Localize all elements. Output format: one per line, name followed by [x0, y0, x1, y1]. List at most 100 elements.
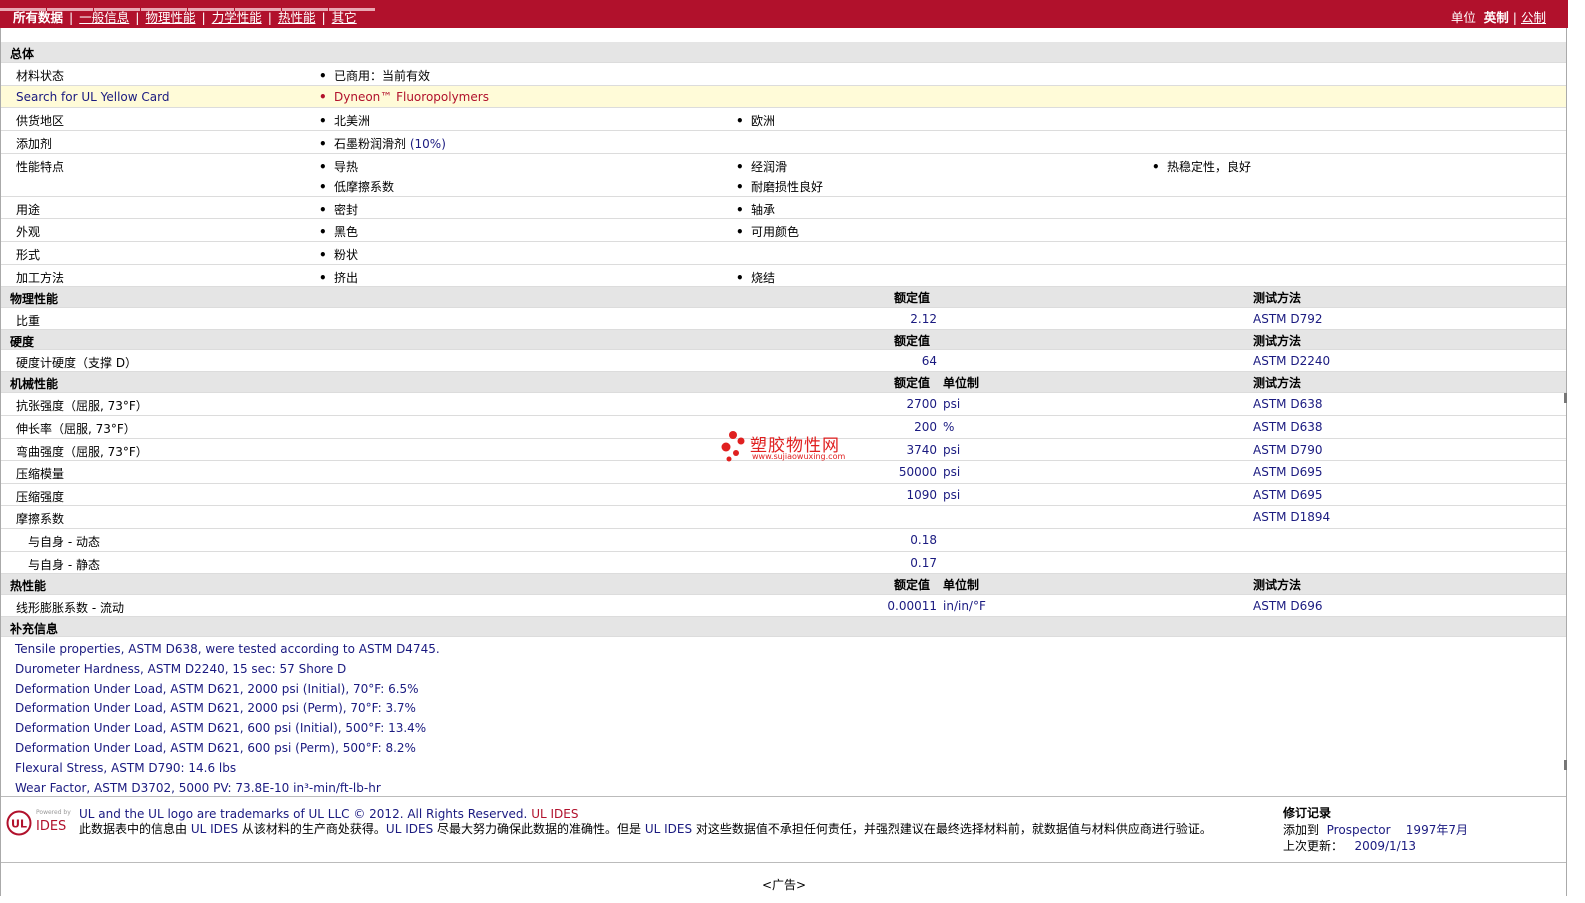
prospector-link[interactable]: Prospector: [1327, 823, 1391, 837]
svg-text:Powered by: Powered by: [36, 809, 71, 816]
header-nominal: 额定值: [894, 376, 931, 390]
section-general: 总体: [1, 42, 1566, 63]
header-nominal: 额定值: [894, 291, 931, 305]
section-physical: 物理性能 额定值 测试方法: [1, 287, 1566, 308]
row-value: 挤出: [319, 269, 358, 286]
disclaimer-ides: UL IDES: [190, 822, 239, 836]
row-value: 烧结: [736, 269, 775, 286]
nav-physical[interactable]: 物理性能: [145, 10, 195, 25]
ad-placeholder[interactable]: <广告>: [0, 876, 1568, 893]
header-method: 测试方法: [1253, 334, 1302, 348]
supplement-line: Deformation Under Load, ASTM D621, 2000 …: [15, 681, 419, 696]
header-unit: 单位制: [943, 578, 980, 592]
row-value: 导热: [319, 158, 358, 175]
row-value: 粉状: [319, 246, 358, 263]
unit-metric[interactable]: 公制: [1521, 10, 1546, 25]
row-unit: psi: [943, 465, 961, 479]
trademark-text: UL and the UL logo are trademarks of UL …: [79, 807, 528, 821]
header-method: 测试方法: [1253, 578, 1302, 592]
revision-title: 修订记录: [1283, 806, 1332, 820]
row-label: 添加剂: [16, 137, 53, 151]
nav-general[interactable]: 一般信息: [79, 10, 129, 25]
watermark: 塑胶物性网 www.sujiaowuxing.com: [720, 429, 860, 465]
header-nominal: 额定值: [894, 334, 931, 348]
row-value: 密封: [319, 201, 358, 218]
table-row: 形式 粉状: [1, 242, 1566, 265]
row-unit: psi: [943, 443, 961, 457]
row-unit: psi: [943, 397, 961, 411]
svg-text:IDES: IDES: [36, 819, 66, 834]
additive-amount: (10%): [409, 137, 446, 151]
row-unit: psi: [943, 488, 961, 502]
supplement-line: Deformation Under Load, ASTM D621, 2000 …: [15, 701, 416, 716]
row-label: 与自身 - 静态: [28, 558, 100, 572]
rev-updated-label: 上次更新：: [1283, 839, 1344, 853]
section-title: 硬度: [10, 335, 35, 349]
disclaimer-ides: UL IDES: [644, 822, 693, 836]
table-row: 材料状态 已商用：当前有效: [1, 63, 1566, 86]
row-unit: in/in/°F: [943, 599, 986, 613]
header-method: 测试方法: [1253, 291, 1302, 305]
row-label: 外观: [16, 225, 41, 239]
supplement-line: Deformation Under Load, ASTM D621, 600 p…: [15, 721, 427, 736]
section-supplement: 补充信息: [1, 617, 1566, 637]
disclaimer-ides: UL IDES: [385, 822, 434, 836]
rev-updated-date: 2009/1/13: [1354, 839, 1416, 853]
unit-imperial[interactable]: 英制: [1484, 10, 1509, 25]
row-label: 摩擦系数: [16, 512, 65, 526]
ul-ides-link[interactable]: UL IDES: [531, 807, 578, 821]
row-value: 北美洲: [319, 112, 370, 129]
row-value: 热稳定性，良好: [1152, 158, 1251, 175]
row-label: 伸长率（屈服, 73°F）: [16, 422, 136, 436]
table-row: 加工方法 挤出 烧结: [1, 265, 1566, 287]
table-row: 供货地区 北美洲 欧洲: [1, 108, 1566, 131]
row-value: 2700: [906, 397, 937, 411]
row-label: 材料状态: [16, 69, 65, 83]
table-row: 添加剂 石墨粉润滑剂 (10%): [1, 131, 1566, 154]
ul-logo-icon: UL Powered by IDES: [6, 809, 71, 836]
divider: [1, 862, 1566, 863]
scroll-marker: [1564, 760, 1567, 770]
row-label: 抗张强度（屈服, 73°F）: [16, 399, 148, 413]
row-label: 与自身 - 动态: [28, 535, 100, 549]
table-row: 摩擦系数 ASTM D1894: [1, 506, 1566, 529]
section-mechanical: 机械性能 额定值 单位制 测试方法: [1, 372, 1566, 393]
row-value: 64: [921, 354, 937, 368]
table-row: 硬度计硬度（支撑 D） 64 ASTM D2240: [1, 350, 1566, 372]
supplement-notes: Tensile properties, ASTM D638, were test…: [15, 640, 440, 798]
disclaimer-text: 尽最大努力确保此数据的准确性。但是: [433, 822, 645, 836]
row-method: ASTM D695: [1253, 465, 1323, 479]
nav-all-data[interactable]: 所有数据: [13, 10, 63, 25]
nav-thermal[interactable]: 热性能: [278, 10, 316, 25]
row-method: ASTM D792: [1253, 312, 1323, 326]
row-method: ASTM D1894: [1253, 510, 1331, 524]
row-label: 弯曲强度（屈服, 73°F）: [16, 445, 148, 459]
row-value: 经润滑: [736, 158, 787, 175]
divider: [1, 796, 1566, 797]
yellow-card-label[interactable]: Search for UL Yellow Card: [16, 90, 169, 104]
nav-mechanical[interactable]: 力学性能: [212, 10, 262, 25]
additive-name: 石墨粉润滑剂: [334, 137, 407, 151]
row-label: 线形膨胀系数 - 流动: [16, 601, 124, 615]
nav-other[interactable]: 其它: [332, 10, 357, 25]
row-value: 3740: [906, 443, 937, 457]
row-value: 2.12: [910, 312, 937, 326]
rev-added-label: 添加到: [1283, 822, 1320, 837]
row-method: ASTM D638: [1253, 420, 1323, 434]
disclaimer-text: 对这些数据值不承担任何责任，并强烈建议在最终选择材料前，就数据值与材料供应商进行…: [692, 822, 1212, 836]
footer-disclaimer: UL and the UL logo are trademarks of UL …: [79, 807, 1269, 837]
row-value: 黑色: [319, 223, 358, 240]
supplement-line: Tensile properties, ASTM D638, were test…: [15, 642, 440, 656]
table-row: 与自身 - 静态 0.17: [1, 552, 1566, 574]
section-title: 总体: [10, 47, 35, 61]
section-title: 机械性能: [10, 377, 59, 391]
rev-added-date: 1997年7月: [1405, 822, 1468, 837]
watermark-dots-icon: [721, 431, 745, 462]
section-thermal: 热性能 额定值 单位制 测试方法: [1, 574, 1566, 595]
table-row-yellow-card: Search for UL Yellow Card Dyneon™ Fluoro…: [1, 86, 1566, 108]
yellow-card-link[interactable]: Dyneon™ Fluoropolymers: [319, 90, 489, 104]
table-row: 性能特点 导热 经润滑 热稳定性，良好 低摩擦系数 耐磨损性良好: [1, 154, 1566, 197]
row-label: 压缩强度: [16, 490, 65, 504]
row-value: 已商用：当前有效: [319, 67, 430, 84]
row-value: 轴承: [736, 201, 775, 218]
